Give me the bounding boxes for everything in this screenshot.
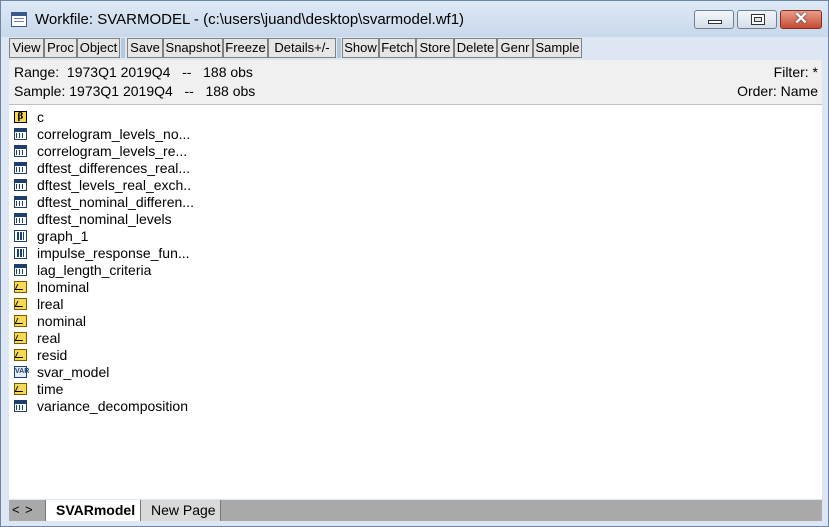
graph-icon [14,230,27,242]
list-item-label: dftest_nominal_levels [37,211,172,227]
var-icon: VAR [14,366,29,378]
list-item-label: svar_model [37,364,110,380]
table-icon [14,162,27,174]
series-icon [14,281,27,293]
table-icon [14,128,27,140]
graph-icon [14,247,27,259]
fetch-button[interactable]: Fetch [379,38,416,58]
list-item-label: lnominal [37,279,90,295]
next-page-button[interactable]: > [25,502,33,517]
page-tab-bar: < > SVARmodel New Page [9,500,822,521]
maximize-button[interactable] [737,10,777,29]
list-item-label: dftest_levels_real_exch.. [37,177,192,193]
view-button[interactable]: View [9,38,44,58]
workfile-window: Workfile: SVARMODEL - (c:\users\juand\de… [0,0,829,527]
store-button[interactable]: Store [416,38,454,58]
save-button[interactable]: Save [127,38,163,58]
prev-page-button[interactable]: < [12,502,20,517]
sample-text[interactable]: Sample: 1973Q1 2019Q4 -- 188 obs [14,83,255,99]
freeze-button[interactable]: Freeze [223,38,268,58]
title-bar[interactable]: Workfile: SVARMODEL - (c:\users\juand\de… [1,1,828,37]
show-button[interactable]: Show [342,38,379,58]
list-item-label: variance_decomposition [37,398,188,414]
list-item-label: dftest_differences_real... [37,160,191,176]
list-item-label: c [37,109,44,125]
minimize-icon [708,20,722,24]
series-icon [14,383,27,395]
tab-svarmodel[interactable]: SVARmodel [45,500,141,521]
proc-button[interactable]: Proc [44,38,77,58]
toolbar-separator [121,38,125,58]
genr-button[interactable]: Genr [497,38,533,58]
filter-text[interactable]: Filter: * [774,64,818,80]
list-item-label: impulse_response_fun... [37,245,190,261]
series-icon [14,332,27,344]
order-text[interactable]: Order: Name [737,83,818,99]
snapshot-button[interactable]: Snapshot [163,38,223,58]
table-icon [14,264,27,276]
list-item-label: correlogram_levels_no... [37,126,191,142]
list-item-label: resid [37,347,68,363]
toolbar-separator [337,38,341,58]
object-button[interactable]: Object [77,38,120,58]
series-icon [14,315,27,327]
minimize-button[interactable] [694,10,734,29]
coef-icon: β [14,111,27,123]
list-item-label: graph_1 [37,228,89,244]
list-item-label: lreal [37,296,64,312]
window-title: Workfile: SVARMODEL - (c:\users\juand\de… [35,11,465,28]
workfile-icon [11,12,27,27]
list-item-label: dftest_nominal_differen... [37,194,194,210]
table-icon [14,196,27,208]
delete-button[interactable]: Delete [454,38,497,58]
series-icon [14,298,27,310]
list-item-label: real [37,330,61,346]
maximize-icon [751,14,765,25]
range-text[interactable]: Range: 1973Q1 2019Q4 -- 188 obs [14,64,253,80]
sample-button[interactable]: Sample [533,38,582,58]
workfile-info-panel: Range: 1973Q1 2019Q4 -- 188 obs Sample: … [9,60,822,105]
table-icon [14,145,27,157]
tab-new-page[interactable]: New Page [141,500,221,521]
object-list: β c correlogram_levels_no... correlogram_le… [9,105,822,499]
close-button[interactable]: ✕ [780,9,822,29]
table-icon [14,400,27,412]
details-button[interactable]: Details+/- [268,38,336,58]
list-item-label: lag_length_criteria [37,262,152,278]
table-icon [14,179,27,191]
list-item-label: correlogram_levels_re... [37,143,188,159]
list-item-label: nominal [37,313,87,329]
list-item-label: time [37,381,64,397]
close-icon: ✕ [793,9,809,28]
table-icon [14,213,27,225]
series-icon [14,349,27,361]
